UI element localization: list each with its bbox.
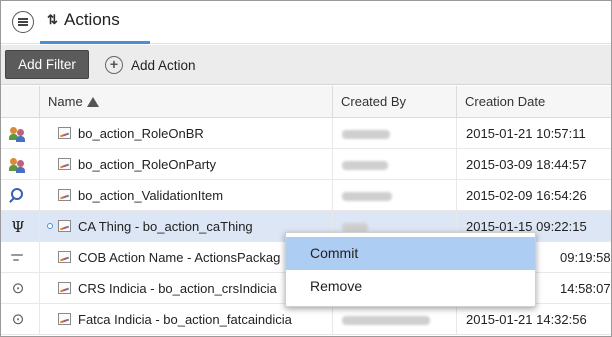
context-menu: Commit Remove [285,232,536,307]
role-users-icon [9,125,27,143]
action-name: bo_action_RoleOnParty [78,157,217,172]
creation-date-cell: 2015-02-09 16:54:26 [456,180,611,211]
type-cell: Ψ [1,211,39,242]
action-document-icon [58,189,71,201]
validation-magnifier-icon [9,187,27,205]
tab-title: Actions [64,10,120,29]
creation-date-cell: 2015-03-09 18:44:57 [456,149,611,180]
active-tab-underline [40,41,150,44]
column-header-name-label: Name [48,94,83,109]
table-row[interactable]: ⊙ Fatca Indicia - bo_action_fatcaindicia… [1,304,611,335]
name-cell: bo_action_RoleOnBR [39,118,332,149]
action-name: CA Thing - bo_action_caThing [78,219,253,234]
table-header: Name Created By Creation Date [1,86,611,118]
column-header-creation-date[interactable]: Creation Date [456,86,611,118]
column-header-name[interactable]: Name [39,86,332,118]
name-cell: bo_action_RoleOnParty [39,149,332,180]
created-by-cell [332,180,456,211]
add-filter-button[interactable]: Add Filter [5,50,89,79]
name-cell: bo_action_ValidationItem [39,180,332,211]
action-name: bo_action_RoleOnBR [78,126,204,141]
action-document-icon [58,220,71,232]
sort-ascending-icon [86,97,99,107]
hamburger-circle-icon[interactable] [12,11,34,33]
redacted-user [342,161,388,171]
action-name: COB Action Name - ActionsPackag [78,250,281,265]
action-name: bo_action_ValidationItem [78,188,224,203]
psi-icon: Ψ [11,218,25,236]
action-name: Fatca Indicia - bo_action_fatcaindicia [78,312,292,327]
type-cell [1,242,39,273]
type-cell: ⊙ [1,273,39,304]
creation-date-partial: 09:19:58 [560,250,611,265]
created-by-cell [332,304,456,335]
creation-date-partial: 14:58:07 [560,281,611,296]
action-name: CRS Indicia - bo_action_crsIndicia [78,281,277,296]
type-cell [1,118,39,149]
action-document-icon [58,251,71,263]
table-row[interactable]: bo_action_RoleOnParty 2015-03-09 18:44:5… [1,149,611,180]
redacted-user [342,192,392,202]
add-action-label: Add Action [131,57,196,73]
cob-lines-icon [9,249,27,267]
sync-arrows-icon: ⇅ [47,12,58,27]
column-header-created-by[interactable]: Created By [332,86,456,118]
action-document-icon [58,127,71,139]
role-users-icon [9,156,27,174]
plus-circle-icon: + [105,56,123,74]
created-by-cell [332,149,456,180]
action-document-icon [58,282,71,294]
action-document-icon [58,313,71,325]
created-by-cell [332,118,456,149]
type-cell [1,180,39,211]
fingerprint-icon: ⊙ [11,280,25,297]
header: ⇅ Actions [1,1,611,44]
tab-actions[interactable]: ⇅ Actions [40,1,150,44]
actions-window: ⇅ Actions Add Filter + Add Action Name C… [0,0,612,337]
context-menu-item-remove[interactable]: Remove [286,270,535,303]
context-menu-item-commit[interactable]: Commit [286,237,535,270]
column-header-type[interactable] [1,86,39,118]
redacted-user [342,130,390,140]
action-document-icon [58,158,71,170]
type-cell [1,149,39,180]
add-action-button[interactable]: + Add Action [105,54,196,76]
creation-date-cell: 2015-01-21 10:57:11 [456,118,611,149]
type-cell: ⊙ [1,304,39,335]
fingerprint-icon: ⊙ [11,311,25,328]
creation-date-cell: 2015-01-21 14:32:56 [456,304,611,335]
redacted-user [342,316,430,326]
redacted-user [342,223,368,233]
table-row[interactable]: bo_action_ValidationItem 2015-02-09 16:5… [1,180,611,211]
name-cell: Fatca Indicia - bo_action_fatcaindicia [39,304,332,335]
toolbar: Add Filter + Add Action [1,45,611,85]
table-row[interactable]: bo_action_RoleOnBR 2015-01-21 10:57:11 [1,118,611,149]
